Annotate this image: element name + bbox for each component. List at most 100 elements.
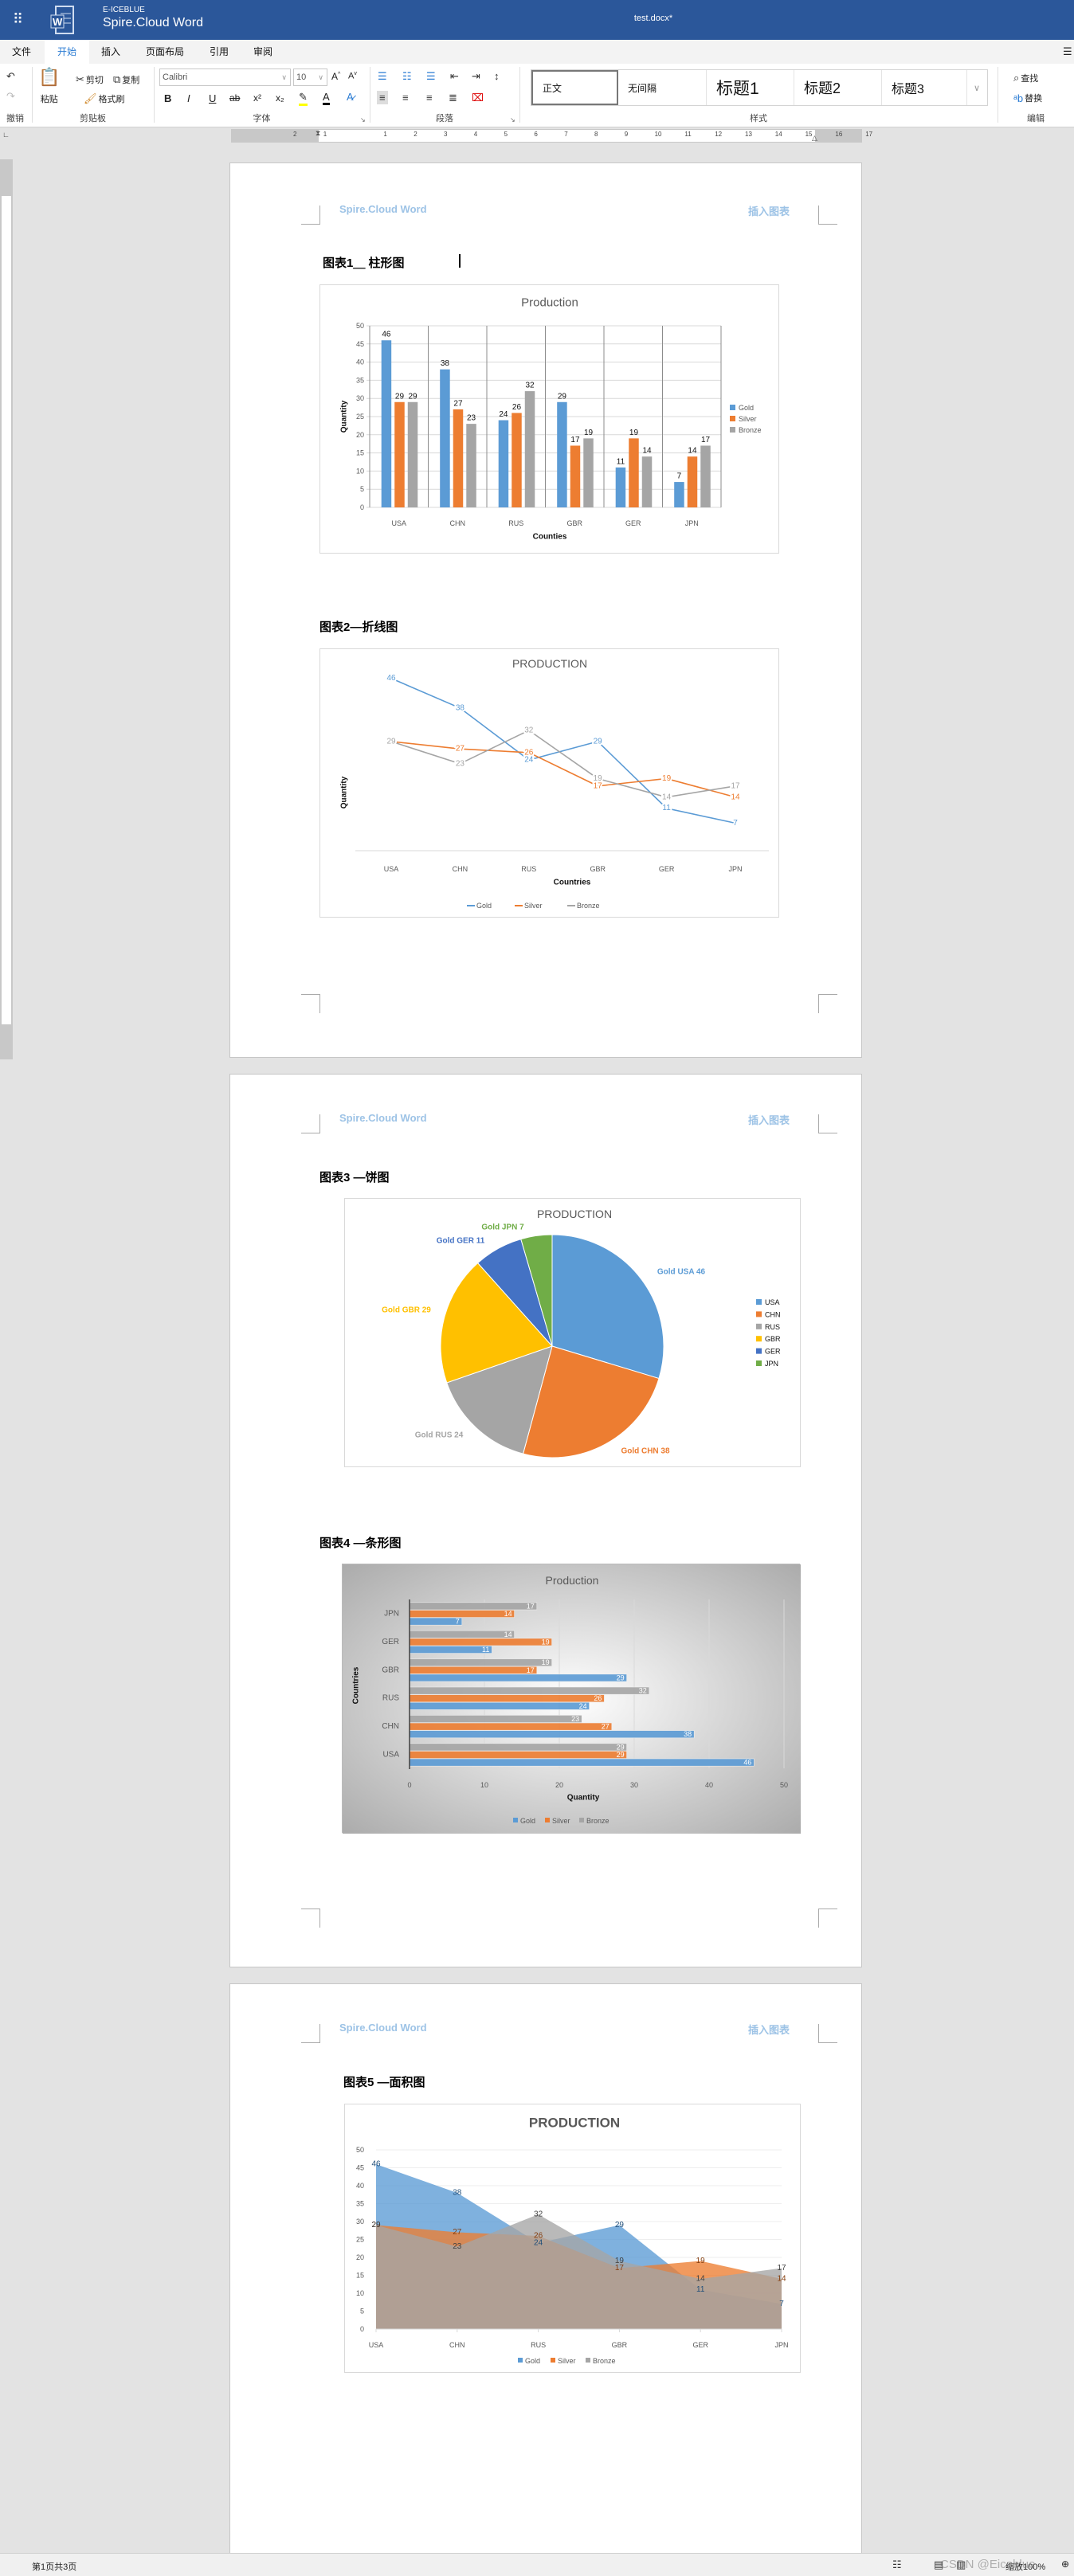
data-label: 17	[701, 436, 711, 444]
x-tick-label: GBR	[590, 865, 606, 873]
horizontal-ruler[interactable]: 2 1 1 2 3 4 5 6 7 8 9 10 11 12 13 14 15 16 17 ⧗ △	[231, 129, 872, 143]
legend-label: Silver	[558, 2357, 576, 2365]
right-indent-marker-icon[interactable]: △	[812, 134, 817, 143]
bar-silver-rus	[409, 1694, 605, 1703]
legend-swatch-gbr	[756, 1336, 762, 1342]
vertical-ruler[interactable]	[0, 159, 13, 1059]
strikethrough-button[interactable]: ab	[229, 92, 240, 104]
tab-stop-selector[interactable]: ∟	[2, 131, 10, 139]
legend-label: Silver	[739, 415, 757, 423]
bullets-button[interactable]: ☰	[378, 70, 387, 83]
grow-font-button[interactable]: A^	[331, 71, 340, 82]
format-painter-button[interactable]: 🖌 格式刷	[84, 92, 125, 105]
legend-swatch-bronze	[586, 2358, 590, 2363]
subscript-button[interactable]: x₂	[276, 92, 284, 104]
tab-references[interactable]: 引用	[203, 40, 235, 64]
x-axis-title: Counties	[533, 533, 567, 542]
data-label: 14	[731, 793, 740, 801]
tab-page-layout[interactable]: 页面布局	[139, 40, 190, 64]
slice-label: Gold USA 46	[657, 1268, 706, 1277]
replace-button[interactable]: ᵃb 替换	[1013, 92, 1042, 104]
indent-marker-icon[interactable]: ⧗	[316, 129, 320, 138]
bold-button[interactable]: B	[164, 92, 171, 104]
y-axis-title: Quantity	[340, 776, 349, 808]
chart-horizontal-bar[interactable]: Production 0 10 20 30 40 50 46 38 24 29 11 7 29 27 26 17…	[342, 1564, 801, 1834]
ribbon-collapse-icon[interactable]: ☰	[1063, 45, 1072, 58]
page-3: Spire.Cloud Word 插入图表 图表5 —面积图 PRODUCTIO…	[229, 1983, 862, 2557]
x-tick-label: GBR	[566, 519, 582, 527]
dialog-launcher-icon[interactable]: ↘	[360, 116, 366, 123]
find-button[interactable]: ⌕ 查找	[1013, 72, 1038, 84]
bar-gold-rus	[498, 420, 509, 507]
ruler-tick-label: 2	[414, 131, 417, 138]
data-label: 46	[371, 2160, 381, 2169]
style-heading-1[interactable]: 标题1	[707, 70, 794, 105]
style-no-spacing[interactable]: 无间隔	[618, 70, 707, 105]
y-tick-label: 25	[356, 413, 364, 421]
dialog-launcher-icon[interactable]: ↘	[510, 116, 515, 123]
redo-button[interactable]: ↷	[6, 90, 15, 103]
zoom-in-icon[interactable]: ⊕	[1061, 2558, 1069, 2570]
legend-label: CHN	[765, 1310, 781, 1318]
data-label: 38	[441, 359, 450, 368]
svg-text:W: W	[53, 16, 63, 28]
y-tick-label: CHN	[382, 1722, 399, 1731]
highlight-button[interactable]: ✎	[299, 91, 308, 106]
clear-format-button[interactable]: A̷	[347, 91, 354, 103]
tab-file[interactable]: 文件	[6, 40, 37, 64]
multilevel-list-button[interactable]: ☰	[426, 70, 436, 83]
underline-button[interactable]: U	[209, 92, 216, 104]
data-label: 7	[733, 819, 738, 828]
justify-button[interactable]: ≣	[449, 92, 457, 104]
paste-button[interactable]: 📋 粘贴	[38, 67, 60, 105]
data-label: 27	[453, 2228, 462, 2237]
shrink-font-button[interactable]: Av	[348, 71, 357, 81]
align-right-button[interactable]: ≡	[426, 92, 433, 104]
font-name-select[interactable]: Calibri ∨	[159, 69, 291, 86]
data-label: 29	[617, 1674, 625, 1681]
data-label: 11	[662, 804, 671, 812]
bar-bronze-rus	[524, 391, 535, 507]
cut-label: 剪切	[85, 76, 104, 85]
cut-button[interactable]: ✂ 剪切	[76, 73, 104, 86]
chevron-down-icon[interactable]: ∨	[967, 70, 988, 105]
x-tick-label: RUS	[508, 519, 523, 527]
legend-swatch-jpn	[756, 1360, 762, 1366]
align-center-button[interactable]: ≡	[402, 92, 409, 104]
x-tick-label: GER	[692, 2341, 708, 2349]
chart-line[interactable]: PRODUCTION 46 38 24 29 11 7 29 27 26 17 19 14 29 23 32 1…	[319, 648, 779, 918]
tab-insert[interactable]: 插入	[95, 40, 127, 64]
data-label: 32	[524, 726, 534, 734]
tab-review[interactable]: 审阅	[247, 40, 279, 64]
increase-indent-button[interactable]: ⇥	[472, 70, 480, 83]
eraser-icon: A̷	[347, 91, 354, 103]
chart-pie[interactable]: PRODUCTION Gold USA 46 Gold CHN 38 Gold RUS…	[344, 1198, 801, 1467]
ruler-tick-label: 14	[774, 131, 782, 138]
style-heading-3[interactable]: 标题3	[882, 70, 967, 105]
y-tick-label: 40	[356, 358, 364, 366]
line-spacing-button[interactable]: ↕	[494, 70, 500, 82]
align-left-button[interactable]: ≡	[377, 91, 388, 104]
style-normal[interactable]: 正文	[531, 70, 618, 105]
font-size-select[interactable]: 10 ∨	[293, 69, 327, 86]
numbering-button[interactable]: ☷	[402, 70, 412, 83]
grid-icon[interactable]: ⠿	[13, 11, 23, 27]
chart-column[interactable]: Production 0 5 10 15 20 25 30 35 40 45 50 46 38 24 29 11…	[319, 284, 779, 554]
clear-paragraph-format-button[interactable]: ⌧	[472, 92, 484, 104]
proofing-icon[interactable]: ☷	[892, 2558, 902, 2571]
data-label: 14	[642, 447, 652, 456]
ruler-tick-label: 10	[654, 131, 662, 138]
undo-button[interactable]: ↶	[6, 70, 15, 83]
font-color-button[interactable]: A	[323, 91, 330, 105]
ruler-tick-label: 13	[745, 131, 752, 138]
italic-button[interactable]: I	[187, 92, 190, 104]
tab-home[interactable]: 开始	[45, 40, 89, 64]
data-label: 26	[594, 1694, 602, 1702]
style-heading-2[interactable]: 标题2	[794, 70, 882, 105]
bar-bronze-rus	[409, 1686, 650, 1695]
y-tick-label: GER	[382, 1638, 399, 1646]
decrease-indent-button[interactable]: ⇤	[450, 70, 459, 83]
copy-button[interactable]: ⧉ 复制	[113, 73, 139, 86]
chart-area[interactable]: PRODUCTION 0 5 10 15 20 25 30 35 40 45 50 USA CHN RUS G…	[344, 2104, 801, 2373]
superscript-button[interactable]: x²	[253, 92, 261, 104]
